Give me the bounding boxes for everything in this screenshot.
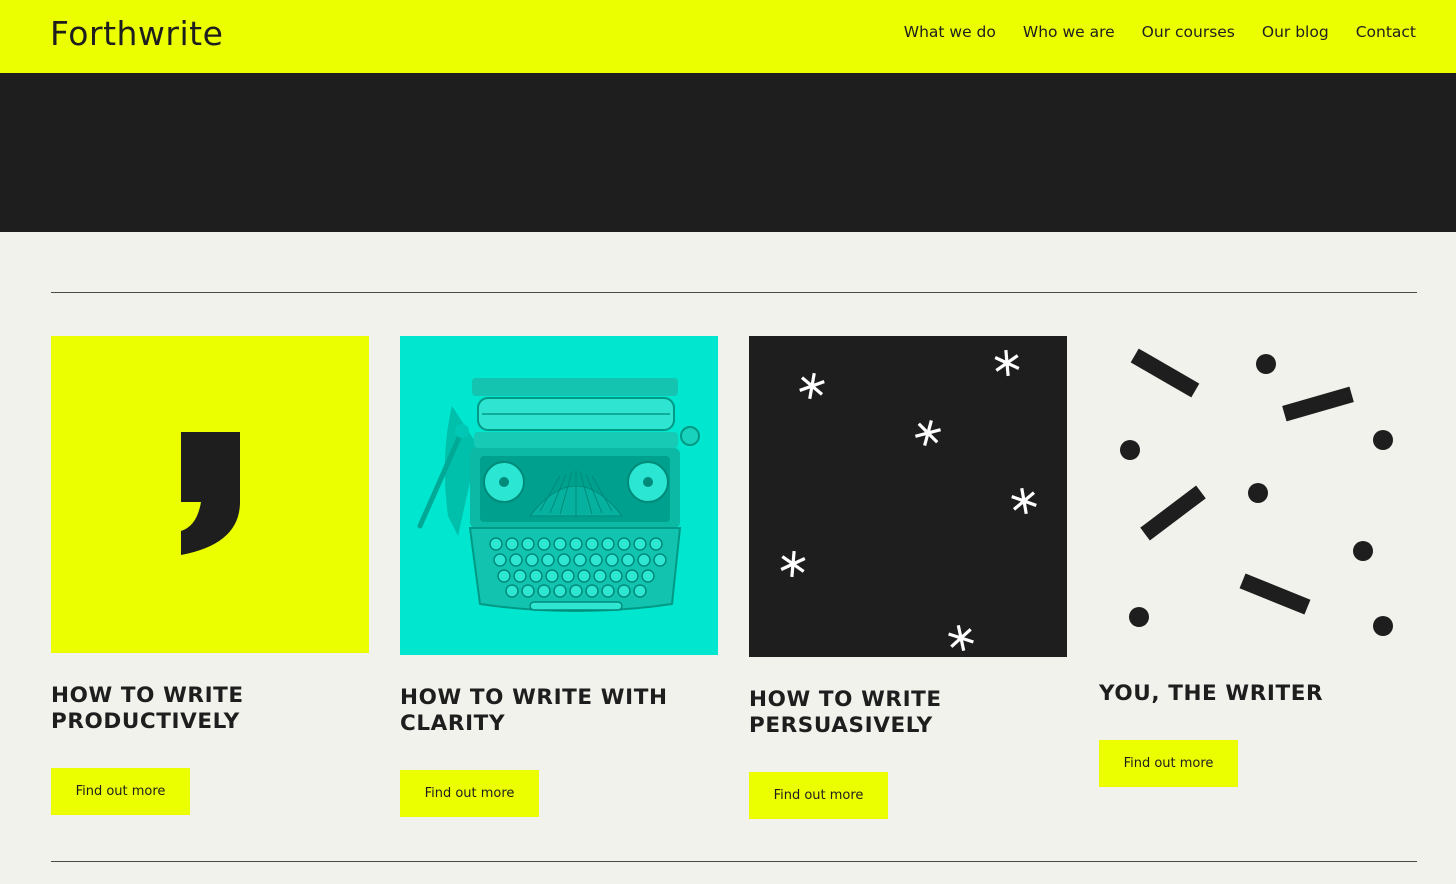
- main-nav: What we do Who we are Our courses Our bl…: [877, 22, 1416, 42]
- card-title: How to write persuasively: [749, 687, 942, 738]
- card-title: You, the writer: [1099, 681, 1324, 706]
- hero-banner: [0, 73, 1456, 232]
- typewriter-photo: [417, 378, 700, 612]
- card-image-asterisks[interactable]: [749, 336, 1067, 657]
- site-logo[interactable]: Forthwrite: [50, 14, 223, 54]
- confetti-pattern: [1120, 348, 1393, 636]
- divider: [51, 861, 1417, 862]
- card-image-confetti[interactable]: [1099, 336, 1417, 654]
- card-image-typewriter[interactable]: [400, 336, 718, 655]
- card-title: How to write productively: [51, 683, 244, 734]
- find-out-more-button[interactable]: Find out more: [51, 768, 190, 815]
- nav-link-contact[interactable]: Contact: [1356, 22, 1416, 42]
- comma-icon: [181, 432, 240, 555]
- find-out-more-button[interactable]: Find out more: [1099, 740, 1238, 787]
- nav-link-who-we-are[interactable]: Who we are: [1023, 22, 1115, 42]
- site-header: Forthwrite What we do Who we are Our cou…: [0, 0, 1456, 73]
- find-out-more-button[interactable]: Find out more: [400, 770, 539, 817]
- nav-link-our-blog[interactable]: Our blog: [1262, 22, 1329, 42]
- asterisks-pattern: [779, 347, 1039, 655]
- card-title: How to write with clarity: [400, 685, 668, 736]
- nav-link-our-courses[interactable]: Our courses: [1142, 22, 1235, 42]
- nav-link-what-we-do[interactable]: What we do: [904, 22, 996, 42]
- find-out-more-button[interactable]: Find out more: [749, 772, 888, 819]
- card-image-comma[interactable]: [51, 336, 369, 653]
- divider: [51, 292, 1417, 293]
